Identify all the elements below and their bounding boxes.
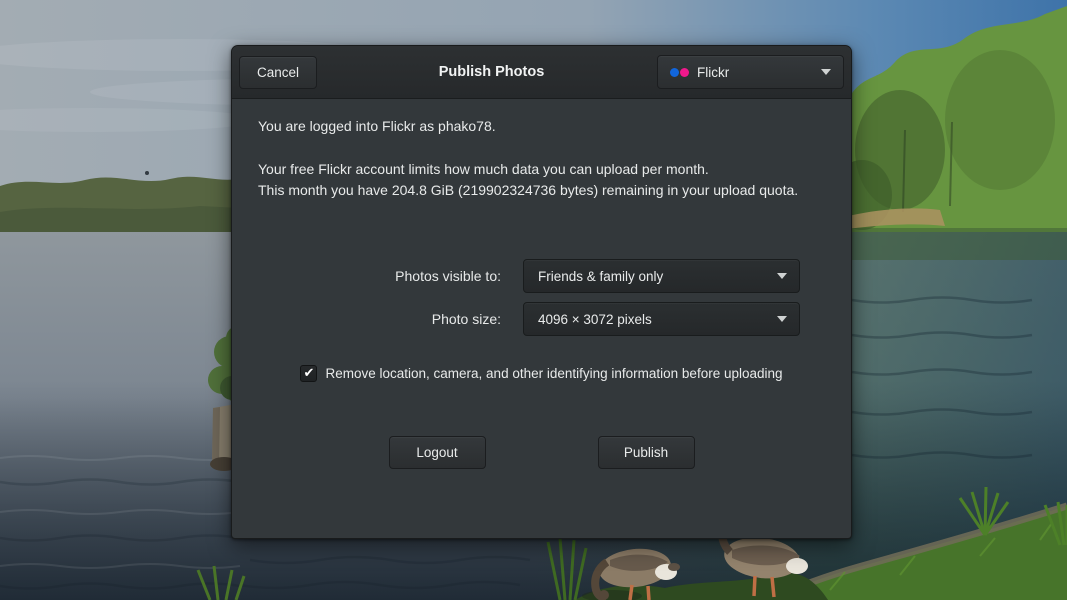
cancel-button[interactable]: Cancel	[239, 56, 317, 89]
visibility-dropdown[interactable]: Friends & family only	[523, 259, 800, 293]
logout-button[interactable]: Logout	[389, 436, 486, 469]
quota-line-1: Your free Flickr account limits how much…	[258, 159, 798, 180]
publish-photos-dialog: Cancel Publish Photos Flickr You are log…	[231, 45, 852, 539]
checkmark-icon: ✔	[304, 366, 315, 379]
visibility-row: Photos visible to: Friends & family only	[232, 259, 851, 293]
service-dropdown[interactable]: Flickr	[657, 55, 844, 89]
login-status-text: You are logged into Flickr as phako78.	[258, 118, 496, 135]
visibility-dropdown-value: Friends & family only	[538, 269, 663, 284]
photo-size-dropdown[interactable]: 4096 × 3072 pixels	[523, 302, 800, 336]
action-buttons: Logout Publish	[232, 436, 851, 469]
visibility-label: Photos visible to:	[232, 268, 501, 284]
chevron-down-icon	[777, 273, 787, 279]
quota-line-2: This month you have 204.8 GiB (219902324…	[258, 180, 798, 201]
photo-size-row: Photo size: 4096 × 3072 pixels	[232, 302, 851, 336]
distant-bird	[145, 171, 149, 175]
service-dropdown-value: Flickr	[697, 65, 729, 80]
strip-metadata-checkbox[interactable]: ✔	[300, 365, 317, 382]
dialog-title: Publish Photos	[332, 46, 651, 98]
desktop: Cancel Publish Photos Flickr You are log…	[0, 0, 1067, 600]
strip-metadata-label: Remove location, camera, and other ident…	[325, 366, 782, 381]
photo-size-dropdown-value: 4096 × 3072 pixels	[538, 312, 652, 327]
chevron-down-icon	[821, 69, 831, 75]
flickr-dot-pink	[680, 68, 689, 77]
flickr-icon	[670, 68, 689, 77]
dialog-headerbar: Cancel Publish Photos Flickr	[232, 46, 851, 99]
chevron-down-icon	[777, 316, 787, 322]
quota-text: Your free Flickr account limits how much…	[258, 159, 798, 201]
strip-metadata-row[interactable]: ✔ Remove location, camera, and other ide…	[232, 362, 851, 384]
publish-button[interactable]: Publish	[598, 436, 695, 469]
photo-size-label: Photo size:	[232, 311, 501, 327]
flickr-dot-blue	[670, 68, 679, 77]
